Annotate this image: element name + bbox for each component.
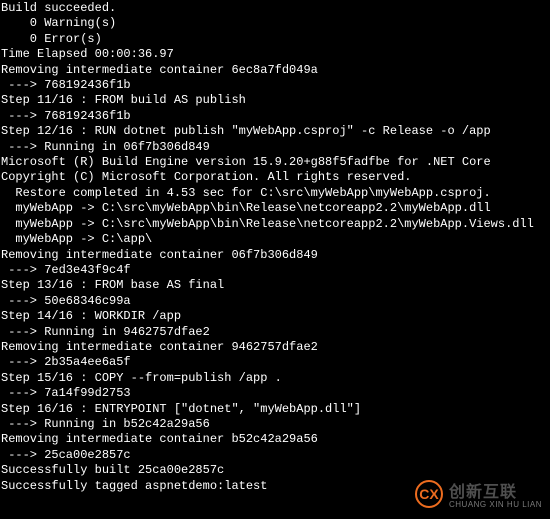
terminal-line: Restore completed in 4.53 sec for C:\src… [1,186,550,201]
terminal-line: Time Elapsed 00:00:36.97 [1,47,550,62]
terminal-line: Step 14/16 : WORKDIR /app [1,309,550,324]
terminal-line: ---> 7ed3e43f9c4f [1,263,550,278]
terminal-line: ---> 25ca00e2857c [1,448,550,463]
terminal-line: ---> 50e68346c99a [1,294,550,309]
terminal-line: 0 Warning(s) [1,16,550,31]
terminal-line: Build succeeded. [1,1,550,16]
terminal-line: ---> 768192436f1b [1,78,550,93]
terminal-line: ---> 2b35a4ee6a5f [1,355,550,370]
terminal-line: 0 Error(s) [1,32,550,47]
terminal-line: ---> Running in 9462757dfae2 [1,325,550,340]
terminal-line: ---> 768192436f1b [1,109,550,124]
terminal-line: Successfully built 25ca00e2857c [1,463,550,478]
terminal-line: Step 13/16 : FROM base AS final [1,278,550,293]
terminal-line: Successfully tagged aspnetdemo:latest [1,479,550,494]
terminal-line: Removing intermediate container b52c42a2… [1,432,550,447]
terminal-line: Step 12/16 : RUN dotnet publish "myWebAp… [1,124,550,139]
terminal-line: Microsoft (R) Build Engine version 15.9.… [1,155,550,170]
terminal-line: Step 16/16 : ENTRYPOINT ["dotnet", "myWe… [1,402,550,417]
terminal-line: Step 15/16 : COPY --from=publish /app . [1,371,550,386]
terminal-output: Build succeeded. 0 Warning(s) 0 Error(s)… [0,0,550,519]
terminal-line: Removing intermediate container 06f7b306… [1,248,550,263]
terminal-line: ---> 7a14f99d2753 [1,386,550,401]
terminal-line: ---> Running in 06f7b306d849 [1,140,550,155]
terminal-line: myWebApp -> C:\src\myWebApp\bin\Release\… [1,201,550,216]
terminal-line: myWebApp -> C:\src\myWebApp\bin\Release\… [1,217,550,232]
terminal-line: ---> Running in b52c42a29a56 [1,417,550,432]
terminal-line: myWebApp -> C:\app\ [1,232,550,247]
terminal-line: Step 11/16 : FROM build AS publish [1,93,550,108]
terminal-line: Removing intermediate container 9462757d… [1,340,550,355]
terminal-line: Removing intermediate container 6ec8a7fd… [1,63,550,78]
terminal-line: Copyright (C) Microsoft Corporation. All… [1,170,550,185]
